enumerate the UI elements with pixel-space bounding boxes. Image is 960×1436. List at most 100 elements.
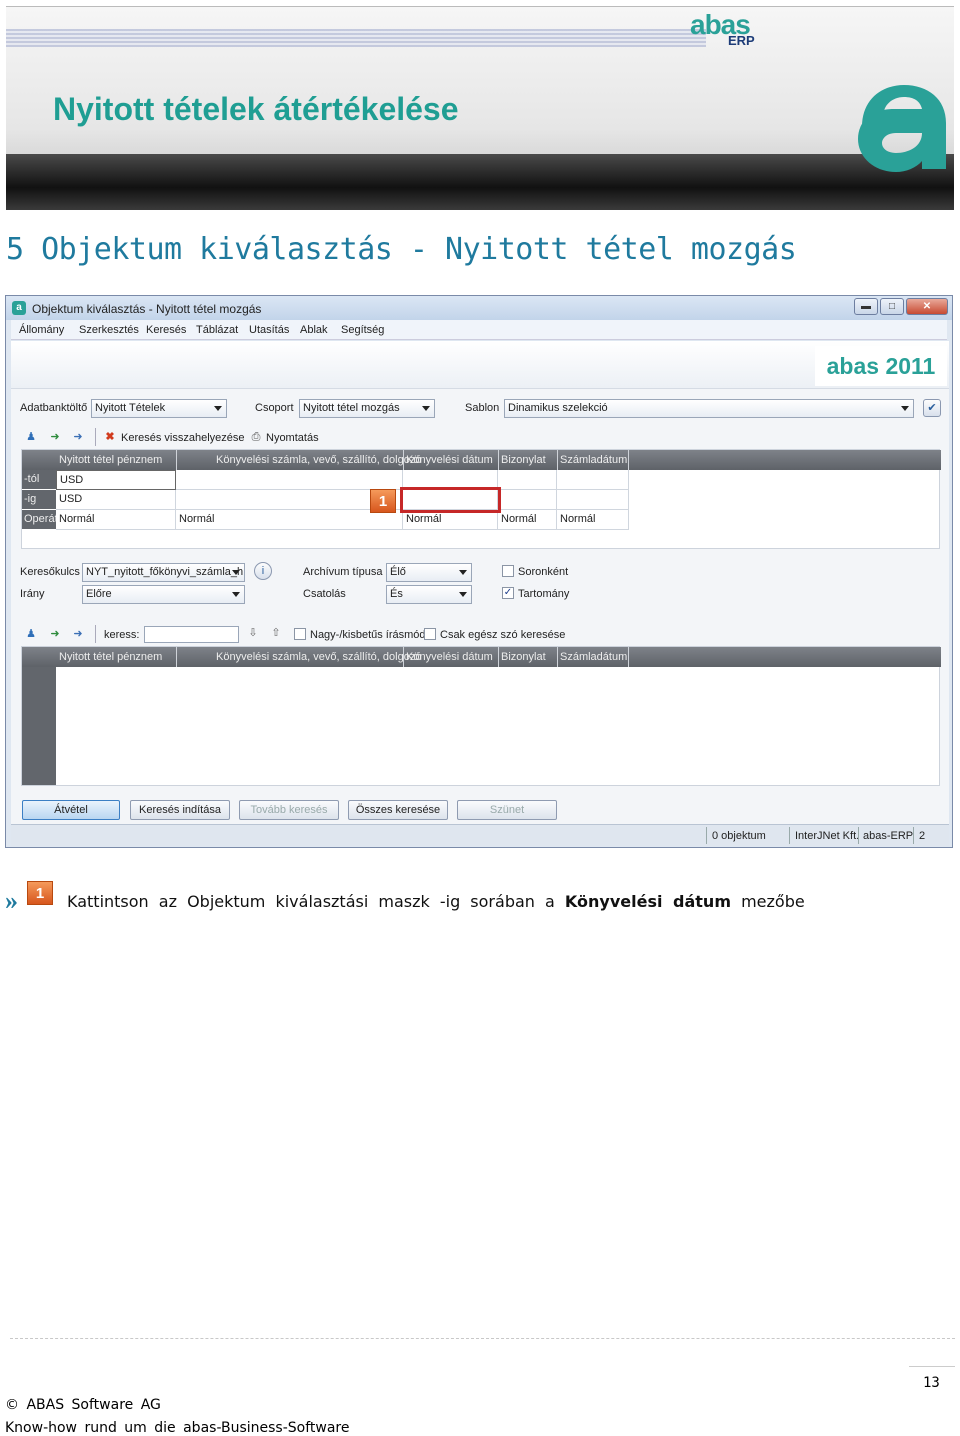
instruction-text: Kattintson az Objektum kiválasztási masz… <box>67 892 805 911</box>
cell-to-account[interactable] <box>176 490 403 510</box>
cell-op-posting-date[interactable]: Normál <box>403 510 498 530</box>
cell-from-voucher[interactable] <box>498 470 557 490</box>
info-icon[interactable]: i <box>254 562 272 580</box>
col-currency[interactable]: Nyitott tétel pénznem <box>59 454 162 466</box>
menu-command[interactable]: Utasítás <box>249 324 289 336</box>
brand-year: abas 2011 <box>815 346 947 386</box>
pause-button[interactable]: Szünet <box>457 800 557 820</box>
col-separator <box>628 450 629 470</box>
arrow-blue-icon[interactable]: ➜ <box>71 628 85 640</box>
group-label: Csoport <box>255 402 294 414</box>
col-currency[interactable]: Nyitott tétel pénznem <box>59 651 162 663</box>
col-voucher[interactable]: Bizonylat <box>501 651 546 663</box>
cell-from-currency[interactable]: USD <box>56 470 176 490</box>
direction-label: Irány <box>20 588 45 600</box>
cell-to-voucher[interactable] <box>498 490 557 510</box>
start-search-button[interactable]: Keresés indítása <box>130 800 230 820</box>
page-number-rule <box>909 1366 955 1367</box>
template-label: Sablon <box>465 402 500 414</box>
col-account[interactable]: Könyvelési számla, vevő, szállító, dolgo… <box>216 651 421 663</box>
direction-select[interactable]: Előre <box>82 585 245 604</box>
link-select[interactable]: És <box>386 585 472 604</box>
maximize-button[interactable]: □ <box>880 298 904 315</box>
section-title: 5 Objektum kiválasztás - Nyitott tétel m… <box>6 232 797 267</box>
menu-table[interactable]: Táblázat <box>196 324 238 336</box>
printer-icon: ⎙ <box>251 431 261 443</box>
cell-op-currency[interactable]: Normál <box>56 510 176 530</box>
highlight-box <box>400 487 501 513</box>
col-posting-date[interactable]: Könyvelési dátum <box>406 651 493 663</box>
people-icon[interactable]: ♟ <box>24 628 38 640</box>
search-key-label: Keresőkulcs <box>20 566 80 578</box>
print-button[interactable]: Nyomtatás <box>266 432 319 444</box>
checklist-icon[interactable]: ✔ <box>923 399 941 417</box>
row-head-to: -ig <box>22 490 56 509</box>
menu-edit[interactable]: Szerkesztés <box>79 324 139 336</box>
chevron-down-icon <box>459 570 467 575</box>
people-icon[interactable]: ♟ <box>24 431 38 443</box>
window-client: abas 2011 Adatbanktöltő Nyitott Tételek … <box>11 341 949 846</box>
col-invoice-date[interactable]: Számladátum <box>560 651 627 663</box>
range-label: Tartomány <box>518 588 570 600</box>
whole-word-label: Csak egész szó keresése <box>440 629 566 641</box>
col-voucher[interactable]: Bizonylat <box>501 454 546 466</box>
cell-to-invoice-date[interactable] <box>557 490 629 510</box>
chevron-down-icon <box>214 406 222 411</box>
header-banner: Nyitott tételek átértékelése abas ERP <box>6 6 954 210</box>
arrow-blue-icon[interactable]: ➜ <box>71 431 85 443</box>
cell-op-invoice-date[interactable]: Normál <box>557 510 629 530</box>
database-label: Adatbanktöltő <box>20 402 88 414</box>
group-select[interactable]: Nyitott tétel mozgás <box>299 399 435 418</box>
col-invoice-date[interactable]: Számladátum <box>560 454 627 466</box>
status-separator <box>789 827 790 844</box>
arrow-down-icon[interactable]: ⇩ <box>246 627 260 639</box>
search-input[interactable] <box>144 626 239 643</box>
template-select[interactable]: Dinamikus szelekció <box>504 399 914 418</box>
search-all-button[interactable]: Összes keresése <box>348 800 448 820</box>
link-value: És <box>390 588 403 600</box>
whole-word-checkbox[interactable] <box>424 628 436 640</box>
link-label: Csatolás <box>303 588 346 600</box>
database-select[interactable]: Nyitott Tételek <box>91 399 227 418</box>
col-separator <box>498 450 499 470</box>
col-separator <box>176 647 177 667</box>
cell-op-voucher[interactable]: Normál <box>498 510 557 530</box>
cell-to-currency[interactable]: USD <box>56 490 176 510</box>
status-num: 2 <box>919 830 926 842</box>
col-posting-date[interactable]: Könyvelési dátum <box>406 454 493 466</box>
arrow-up-icon[interactable]: ⇧ <box>269 627 283 639</box>
cell-op-account[interactable]: Normál <box>176 510 403 530</box>
menu-file[interactable]: Állomány <box>19 324 64 336</box>
continue-search-button[interactable]: Tovább keresés <box>239 800 339 820</box>
archive-value: Élő <box>390 566 406 578</box>
archive-select[interactable]: Élő <box>386 563 472 582</box>
minimize-button[interactable]: ▬ <box>854 298 878 315</box>
instruction-after: mezőbe <box>741 892 805 911</box>
chevron-down-icon <box>459 592 467 597</box>
menu-search[interactable]: Keresés <box>146 324 186 336</box>
archive-label: Archívum típusa <box>303 566 383 578</box>
erp-logo-text: ERP <box>728 33 755 48</box>
cell-from-invoice-date[interactable] <box>557 470 629 490</box>
arrow-green-icon[interactable]: ➜ <box>48 431 62 443</box>
menu-help[interactable]: Segítség <box>341 324 384 336</box>
window-title: Objektum kiválasztás - Nyitott tétel moz… <box>32 302 262 316</box>
menu-window[interactable]: Ablak <box>300 324 328 336</box>
banner-stripes <box>6 29 706 47</box>
col-account[interactable]: Könyvelési számla, vevő, szállító, dolgo… <box>216 454 421 466</box>
row-by-row-checkbox[interactable] <box>502 565 514 577</box>
accept-button[interactable]: Átvétel <box>22 800 120 820</box>
page-number: 13 <box>923 1375 940 1391</box>
range-checkbox[interactable]: ✓ <box>502 587 514 599</box>
cell-from-account[interactable] <box>176 470 403 490</box>
toolbar-separator <box>95 625 96 643</box>
status-separator <box>706 827 707 844</box>
close-button[interactable]: ✕ <box>906 298 948 315</box>
step-badge: 1 <box>370 489 396 513</box>
arrow-green-icon[interactable]: ➜ <box>48 628 62 640</box>
abas-a-logo-icon <box>858 85 946 172</box>
search-key-select[interactable]: NYT_nyitott_főkönyvi_számla_h <box>82 563 245 582</box>
status-separator <box>858 827 859 844</box>
case-sensitive-checkbox[interactable] <box>294 628 306 640</box>
reset-search-button[interactable]: Keresés visszahelyezése <box>121 432 245 444</box>
